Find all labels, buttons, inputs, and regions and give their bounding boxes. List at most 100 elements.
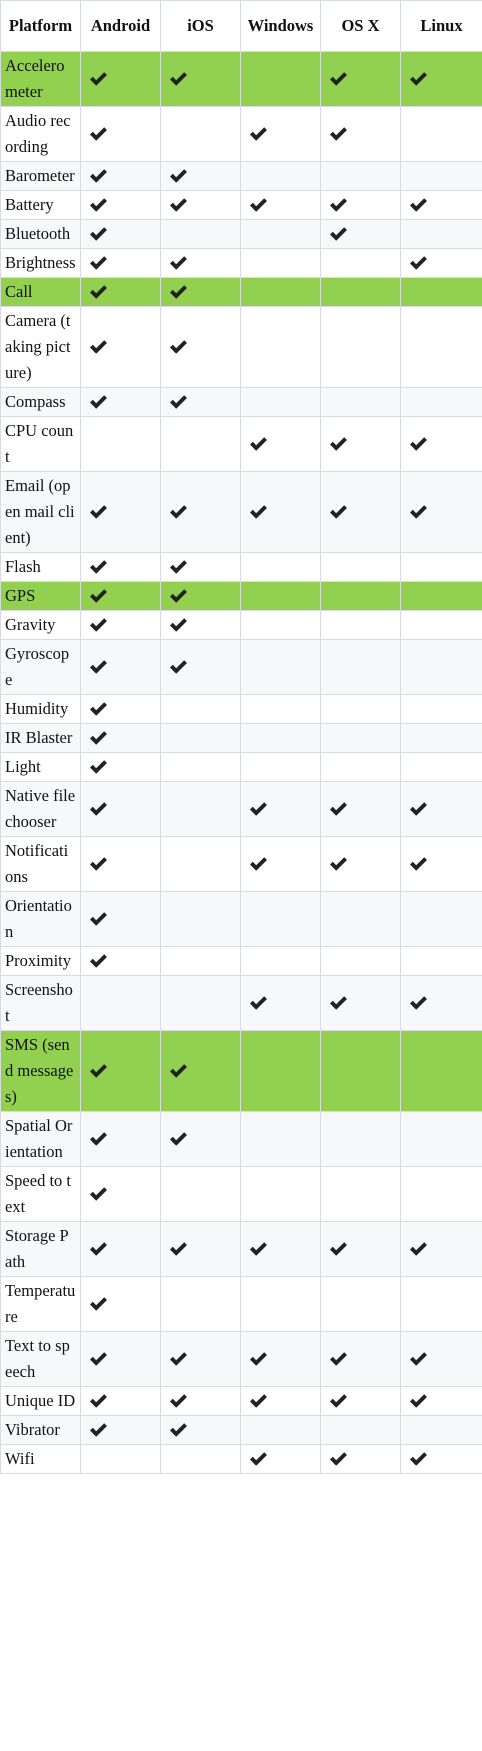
table-row: Call	[0, 277, 482, 307]
support-cell-windows	[240, 1166, 321, 1222]
support-cell-ios	[160, 975, 241, 1031]
support-cell-osx	[320, 1030, 401, 1112]
support-cell-windows	[240, 891, 321, 947]
support-cell-linux	[400, 1386, 482, 1416]
support-cell-linux	[400, 975, 482, 1031]
table-row: Notifications	[0, 836, 482, 892]
support-cell-ios	[160, 1221, 241, 1277]
support-cell-linux	[400, 836, 482, 892]
support-cell-android	[80, 946, 161, 976]
support-cell-windows	[240, 161, 321, 191]
feature-name: Notifications	[0, 836, 81, 892]
support-cell-linux	[400, 471, 482, 553]
support-cell-linux	[400, 1276, 482, 1332]
check-icon	[170, 1242, 187, 1256]
header-android: Android	[80, 0, 161, 52]
support-cell-linux	[400, 51, 482, 107]
support-cell-osx	[320, 752, 401, 782]
table-row: Audio recording	[0, 106, 482, 162]
support-cell-windows	[240, 248, 321, 278]
support-cell-windows	[240, 1415, 321, 1445]
support-cell-osx	[320, 1221, 401, 1277]
support-cell-android	[80, 781, 161, 837]
support-cell-ios	[160, 1444, 241, 1474]
check-icon	[250, 505, 267, 519]
table-row: Gravity	[0, 610, 482, 640]
check-icon	[90, 227, 107, 241]
feature-name: Battery	[0, 190, 81, 220]
table-row: Wifi	[0, 1444, 482, 1474]
support-cell-linux	[400, 161, 482, 191]
feature-name: Camera (taking picture)	[0, 306, 81, 388]
check-icon	[170, 285, 187, 299]
table-row: Battery	[0, 190, 482, 220]
table-row: GPS	[0, 581, 482, 611]
check-icon	[250, 437, 267, 451]
support-cell-linux	[400, 1444, 482, 1474]
table-row: Humidity	[0, 694, 482, 724]
check-icon	[410, 72, 427, 86]
support-cell-windows	[240, 416, 321, 472]
support-cell-android	[80, 1386, 161, 1416]
support-cell-ios	[160, 219, 241, 249]
check-icon	[250, 1452, 267, 1466]
support-cell-ios	[160, 248, 241, 278]
check-icon	[330, 437, 347, 451]
check-icon	[170, 1423, 187, 1437]
support-cell-linux	[400, 552, 482, 582]
check-icon	[330, 1452, 347, 1466]
support-cell-windows	[240, 471, 321, 553]
support-cell-linux	[400, 891, 482, 947]
check-icon	[410, 198, 427, 212]
support-cell-ios	[160, 581, 241, 611]
check-icon	[410, 437, 427, 451]
check-icon	[410, 256, 427, 270]
support-cell-ios	[160, 552, 241, 582]
support-cell-linux	[400, 387, 482, 417]
support-cell-osx	[320, 1415, 401, 1445]
support-cell-android	[80, 306, 161, 388]
header-osx: OS X	[320, 0, 401, 52]
support-cell-android	[80, 1331, 161, 1387]
check-icon	[90, 912, 107, 926]
table-row: Brightness	[0, 248, 482, 278]
check-icon	[170, 256, 187, 270]
check-icon	[330, 857, 347, 871]
table-row: Accelerometer	[0, 51, 482, 107]
support-cell-windows	[240, 1276, 321, 1332]
support-cell-windows	[240, 1221, 321, 1277]
check-icon	[410, 1394, 427, 1408]
support-cell-android	[80, 1166, 161, 1222]
check-icon	[90, 560, 107, 574]
check-icon	[170, 660, 187, 674]
check-icon	[330, 227, 347, 241]
support-cell-android	[80, 752, 161, 782]
check-icon	[250, 996, 267, 1010]
check-icon	[90, 1187, 107, 1201]
check-icon	[90, 589, 107, 603]
feature-name: Humidity	[0, 694, 81, 724]
check-icon	[90, 660, 107, 674]
support-cell-osx	[320, 416, 401, 472]
support-cell-ios	[160, 1331, 241, 1387]
support-cell-ios	[160, 471, 241, 553]
check-icon	[250, 198, 267, 212]
support-cell-android	[80, 219, 161, 249]
support-cell-osx	[320, 836, 401, 892]
support-cell-ios	[160, 51, 241, 107]
check-icon	[250, 1394, 267, 1408]
check-icon	[90, 1352, 107, 1366]
check-icon	[330, 127, 347, 141]
feature-name: IR Blaster	[0, 723, 81, 753]
support-cell-linux	[400, 1331, 482, 1387]
support-cell-ios	[160, 694, 241, 724]
check-icon	[170, 505, 187, 519]
table-row: Email (open mail client)	[0, 471, 482, 553]
check-icon	[330, 996, 347, 1010]
feature-name: Spatial Orientation	[0, 1111, 81, 1167]
support-cell-ios	[160, 277, 241, 307]
support-cell-android	[80, 248, 161, 278]
check-icon	[170, 169, 187, 183]
table-body: Accelerometer Audio recording Barometer Bat…	[0, 51, 482, 1474]
support-cell-android	[80, 106, 161, 162]
